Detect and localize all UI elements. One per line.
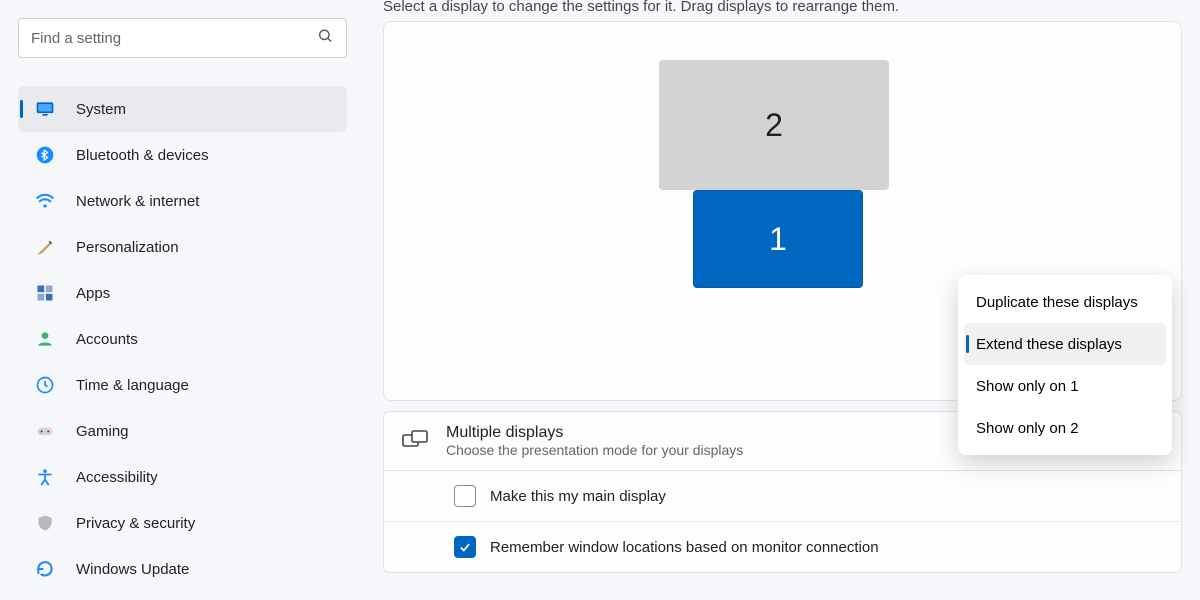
search-icon bbox=[317, 28, 333, 49]
bluetooth-icon bbox=[32, 145, 58, 165]
wifi-icon bbox=[32, 191, 58, 211]
multiple-displays-subtitle: Choose the presentation mode for your di… bbox=[446, 442, 743, 458]
sidebar-item-accounts[interactable]: Accounts bbox=[18, 316, 347, 362]
settings-sidebar: System Bluetooth & devices Network & int… bbox=[0, 0, 365, 600]
main-display-label: Make this my main display bbox=[490, 488, 666, 505]
paintbrush-icon bbox=[32, 237, 58, 257]
display-mode-dropdown: Duplicate these displays Extend these di… bbox=[958, 275, 1172, 455]
monitor-icon bbox=[32, 99, 58, 119]
sidebar-item-network[interactable]: Network & internet bbox=[18, 178, 347, 224]
sidebar-item-label: Accounts bbox=[76, 331, 138, 348]
sidebar-item-label: Network & internet bbox=[76, 193, 199, 210]
person-icon bbox=[32, 329, 58, 349]
search-field-wrap bbox=[18, 18, 347, 58]
sidebar-item-label: Apps bbox=[76, 285, 110, 302]
sidebar-nav: System Bluetooth & devices Network & int… bbox=[18, 86, 347, 592]
gamepad-icon bbox=[32, 421, 58, 441]
update-icon bbox=[32, 559, 58, 579]
multiple-displays-texts: Multiple displays Choose the presentatio… bbox=[446, 424, 743, 458]
sidebar-item-system[interactable]: System bbox=[18, 86, 347, 132]
dropdown-option-extend[interactable]: Extend these displays bbox=[964, 323, 1166, 365]
main-display-option-row[interactable]: Make this my main display bbox=[384, 471, 1181, 522]
multiple-displays-title: Multiple displays bbox=[446, 424, 743, 442]
sidebar-item-label: System bbox=[76, 101, 126, 118]
display-tile-2[interactable]: 2 bbox=[659, 60, 889, 190]
sidebar-item-privacy[interactable]: Privacy & security bbox=[18, 500, 347, 546]
sidebar-item-bluetooth[interactable]: Bluetooth & devices bbox=[18, 132, 347, 178]
sidebar-item-label: Accessibility bbox=[76, 469, 158, 486]
remember-windows-option-row[interactable]: Remember window locations based on monit… bbox=[384, 522, 1181, 572]
sidebar-item-label: Gaming bbox=[76, 423, 129, 440]
main-content: Select a display to change the settings … bbox=[365, 0, 1200, 600]
displays-icon bbox=[402, 430, 446, 452]
accessibility-icon bbox=[32, 467, 58, 487]
search-input[interactable] bbox=[18, 18, 347, 58]
sidebar-item-label: Time & language bbox=[76, 377, 189, 394]
remember-windows-label: Remember window locations based on monit… bbox=[490, 539, 879, 556]
sidebar-item-label: Privacy & security bbox=[76, 515, 195, 532]
sidebar-item-windows-update[interactable]: Windows Update bbox=[18, 546, 347, 592]
shield-icon bbox=[32, 513, 58, 533]
display-instruction-text: Select a display to change the settings … bbox=[383, 0, 1182, 15]
sidebar-item-time-language[interactable]: Time & language bbox=[18, 362, 347, 408]
sidebar-item-personalization[interactable]: Personalization bbox=[18, 224, 347, 270]
apps-icon bbox=[32, 283, 58, 303]
sidebar-item-label: Windows Update bbox=[76, 561, 189, 578]
sidebar-item-label: Bluetooth & devices bbox=[76, 147, 209, 164]
display-tile-1[interactable]: 1 bbox=[693, 190, 863, 288]
sidebar-item-label: Personalization bbox=[76, 239, 179, 256]
clock-globe-icon bbox=[32, 375, 58, 395]
checkbox-checked[interactable] bbox=[454, 536, 476, 558]
dropdown-option-show-only-1[interactable]: Show only on 1 bbox=[964, 365, 1166, 407]
dropdown-option-show-only-2[interactable]: Show only on 2 bbox=[964, 407, 1166, 449]
sidebar-item-apps[interactable]: Apps bbox=[18, 270, 347, 316]
sidebar-item-gaming[interactable]: Gaming bbox=[18, 408, 347, 454]
sidebar-item-accessibility[interactable]: Accessibility bbox=[18, 454, 347, 500]
checkbox-unchecked[interactable] bbox=[454, 485, 476, 507]
dropdown-option-duplicate[interactable]: Duplicate these displays bbox=[964, 281, 1166, 323]
